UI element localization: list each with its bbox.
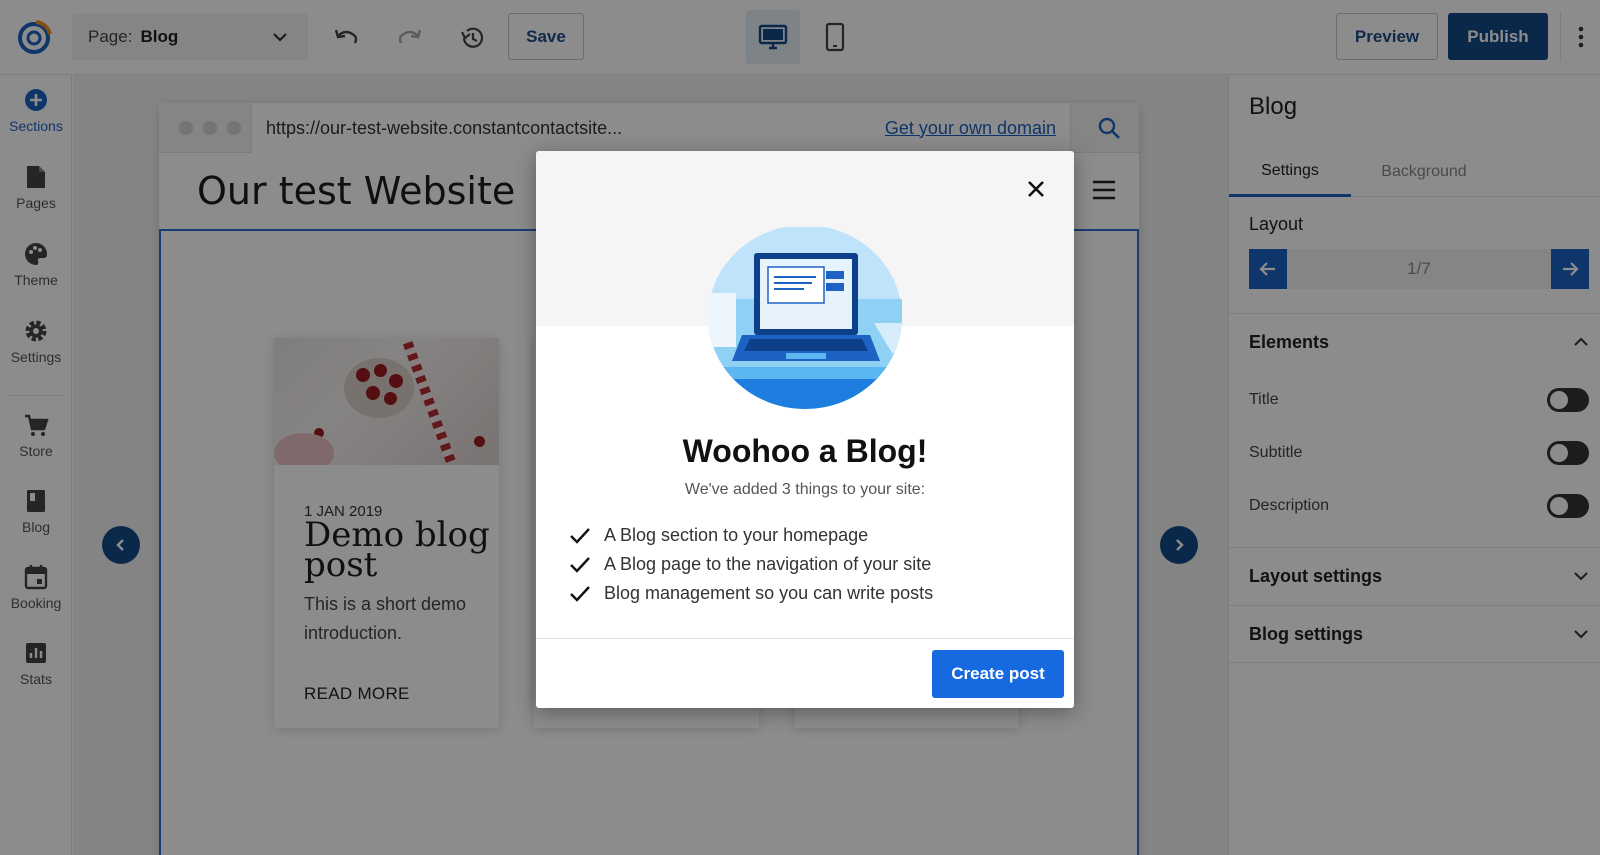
close-icon — [1028, 181, 1044, 197]
added-items-list: A Blog section to your homepage A Blog p… — [568, 521, 933, 608]
list-item: A Blog section to your homepage — [568, 521, 933, 550]
close-button[interactable] — [1022, 175, 1050, 203]
dialog-subtitle: We've added 3 things to your site: — [684, 481, 926, 498]
checkmark-icon — [568, 524, 592, 548]
laptop-illustration-icon — [708, 227, 902, 409]
create-post-button[interactable]: Create post — [932, 650, 1064, 698]
dialog-footer: Create post — [536, 638, 1074, 708]
list-item: A Blog page to the navigation of your si… — [568, 550, 933, 579]
list-item-text: Blog management so you can write posts — [604, 583, 934, 603]
blog-added-dialog: Woohoo a Blog! We've added 3 things to y… — [536, 151, 1074, 708]
list-item: Blog management so you can write posts — [568, 579, 933, 608]
list-item-text: A Blog page to the navigation of your si… — [604, 554, 932, 574]
list-item-text: A Blog section to your homepage — [604, 525, 869, 545]
checkmark-icon — [568, 553, 592, 577]
checkmark-icon — [568, 582, 592, 606]
dialog-title: Woohoo a Blog! — [682, 433, 928, 469]
